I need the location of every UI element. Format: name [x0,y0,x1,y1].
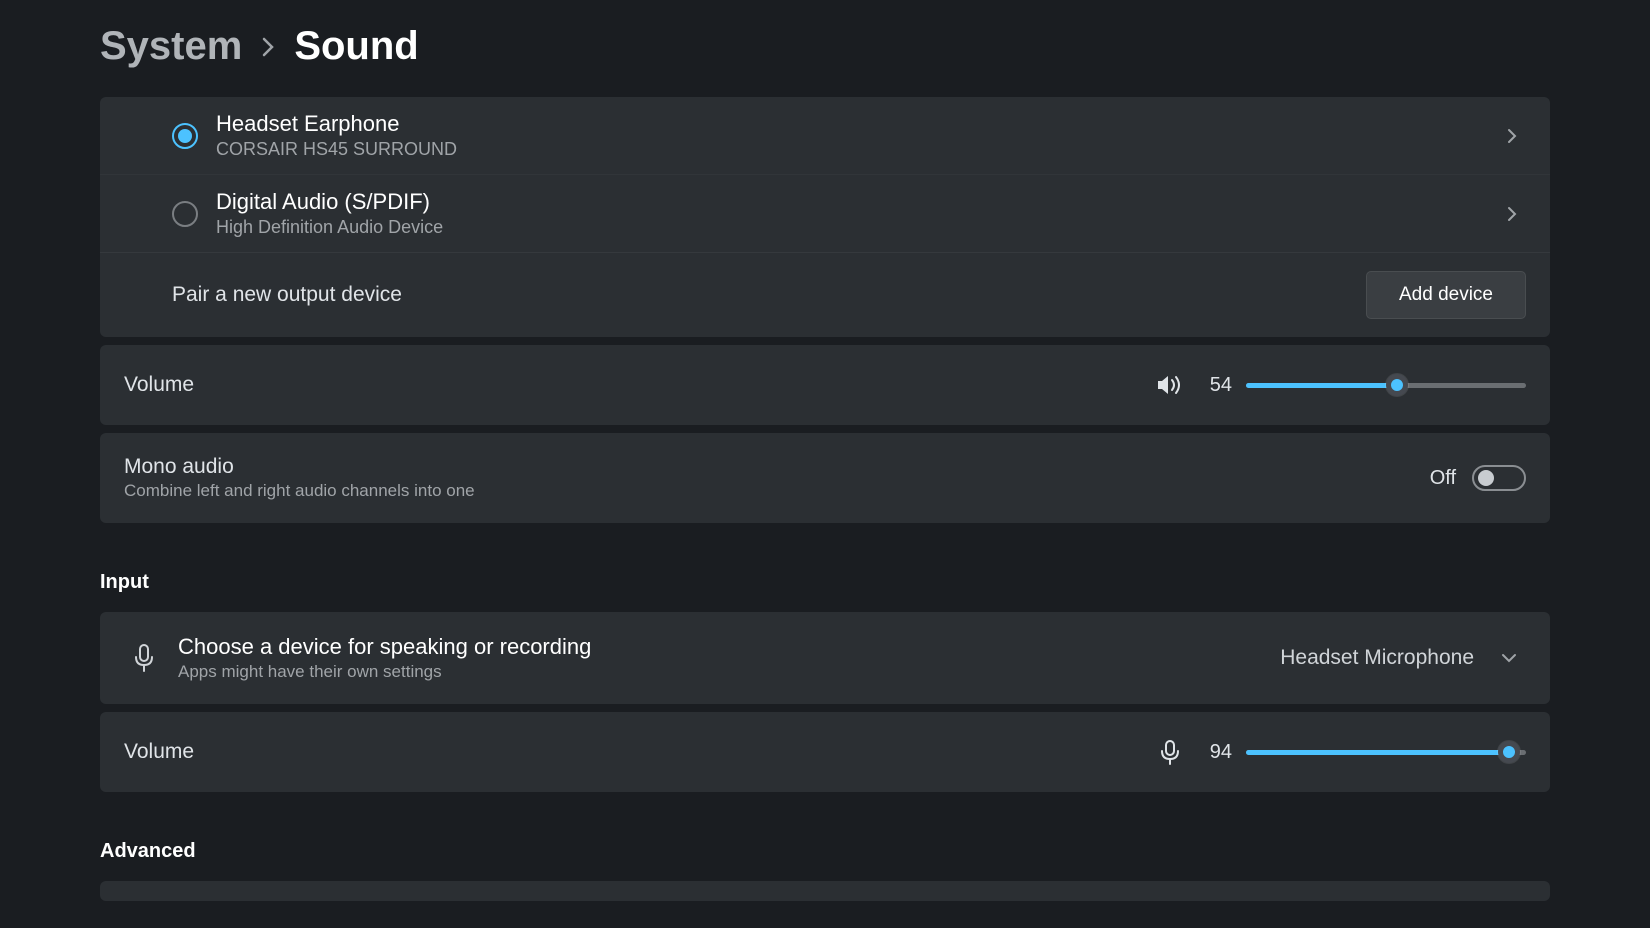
radio-selected-icon[interactable] [172,123,198,149]
microphone-icon[interactable] [1156,738,1184,766]
microphone-icon [124,643,164,673]
device-name: Digital Audio (S/PDIF) [216,189,1498,215]
chevron-right-icon[interactable] [1498,127,1526,145]
input-section-header: Input [100,571,1550,594]
advanced-panel [100,881,1550,901]
output-volume-slider[interactable] [1246,373,1526,397]
device-name: Headset Earphone [216,111,1498,137]
volume-value: 54 [1200,374,1232,397]
chevron-down-icon[interactable] [1492,652,1526,664]
output-devices-panel: Headset Earphone CORSAIR HS45 SURROUND D… [100,97,1550,337]
input-volume-slider[interactable] [1246,740,1526,764]
chevron-right-icon [260,35,276,59]
chevron-right-icon[interactable] [1498,205,1526,223]
input-selected-device: Headset Microphone [1280,646,1474,670]
input-choose-sub: Apps might have their own settings [178,662,1280,682]
output-volume-row: Volume 54 [100,345,1550,425]
volume-label: Volume [124,373,1156,397]
speaker-icon[interactable] [1156,371,1184,399]
input-device-row[interactable]: Choose a device for speaking or recordin… [100,612,1550,704]
input-volume-row: Volume 94 [100,712,1550,792]
mono-toggle[interactable] [1472,465,1526,491]
pair-label: Pair a new output device [172,283,1366,307]
mono-sub: Combine left and right audio channels in… [124,481,1430,501]
input-choose-title: Choose a device for speaking or recordin… [178,634,1280,660]
device-sub: CORSAIR HS45 SURROUND [216,139,1498,160]
radio-unselected-icon[interactable] [172,201,198,227]
toggle-knob-icon [1478,470,1494,486]
output-device-row[interactable]: Headset Earphone CORSAIR HS45 SURROUND [100,97,1550,174]
breadcrumb-current: Sound [294,24,418,69]
toggle-state-label: Off [1430,467,1456,490]
add-device-button[interactable]: Add device [1366,271,1526,319]
volume-label: Volume [124,740,1156,764]
device-sub: High Definition Audio Device [216,217,1498,238]
output-device-row[interactable]: Digital Audio (S/PDIF) High Definition A… [100,174,1550,252]
advanced-section-header: Advanced [100,840,1550,863]
breadcrumb-parent[interactable]: System [100,24,242,69]
volume-value: 94 [1200,741,1232,764]
breadcrumb: System Sound [100,24,1550,69]
mono-audio-row: Mono audio Combine left and right audio … [100,433,1550,523]
mono-title: Mono audio [124,455,1430,479]
pair-device-row: Pair a new output device Add device [100,252,1550,337]
